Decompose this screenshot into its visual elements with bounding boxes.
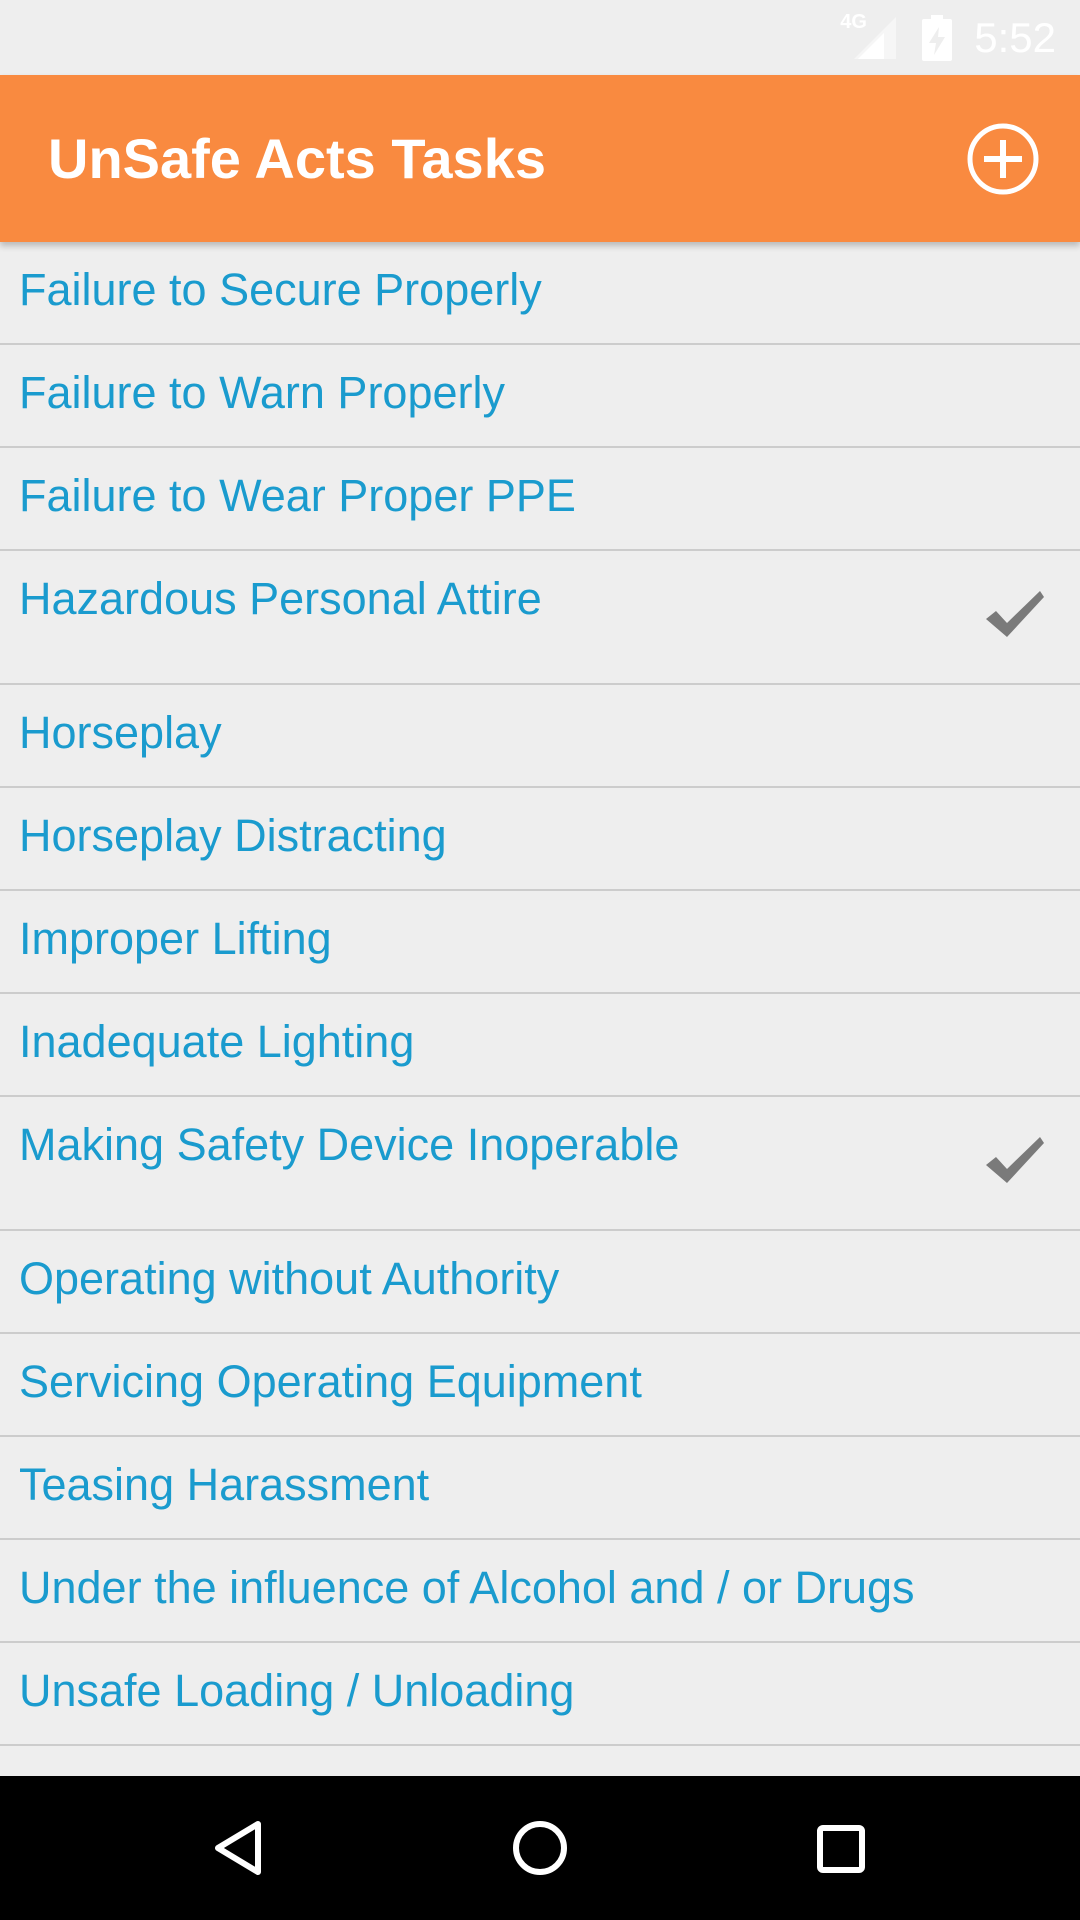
home-circle-icon [513, 1821, 567, 1875]
task-row[interactable]: Inadequate Lighting [0, 994, 1080, 1097]
task-row[interactable]: Failure to Secure Properly [0, 242, 1080, 345]
task-row[interactable]: Operating without Authority [0, 1231, 1080, 1334]
task-label: Making Safety Device Inoperable [19, 1119, 680, 1170]
add-task-button[interactable] [966, 122, 1040, 196]
task-row[interactable]: Servicing Operating Equipment [0, 1334, 1080, 1437]
recents-square-icon [817, 1825, 865, 1873]
navigation-bar [0, 1776, 1080, 1920]
signal-icon: 4G [840, 11, 897, 61]
back-triangle-icon [215, 1821, 261, 1875]
task-row[interactable]: Hazardous Personal Attire [0, 551, 1080, 685]
task-row[interactable]: Improper Lifting [0, 891, 1080, 994]
task-row[interactable]: Failure to Warn Properly [0, 345, 1080, 448]
task-row[interactable]: Under the influence of Alcohol and / or … [0, 1540, 1080, 1643]
task-label: Unsafe Loading / Unloading [19, 1665, 575, 1716]
task-row[interactable]: Making Safety Device Inoperable [0, 1097, 1080, 1231]
page-title: UnSafe Acts Tasks [48, 127, 546, 190]
add-circle-icon [967, 123, 1039, 195]
task-label: Teasing Harassment [19, 1459, 430, 1510]
recents-button[interactable] [790, 1798, 890, 1898]
task-list: Failure to Secure Properly Failure to War… [0, 242, 1080, 1776]
back-button[interactable] [190, 1798, 290, 1898]
checkmark-icon [984, 1135, 1046, 1187]
task-row[interactable]: Horseplay Distracting [0, 788, 1080, 891]
network-type-label: 4G [840, 10, 867, 33]
task-label: Failure to Warn Properly [19, 367, 505, 418]
battery-charging-icon [922, 14, 953, 61]
task-label: Operating without Authority [19, 1253, 560, 1304]
task-row[interactable]: Unsafe Loading / Unloading [0, 1643, 1080, 1746]
task-label: Improper Lifting [19, 913, 332, 964]
status-bar: 4G 5:52 [0, 0, 1080, 75]
clock: 5:52 [974, 13, 1056, 61]
home-button[interactable] [490, 1798, 590, 1898]
task-label: Inadequate Lighting [19, 1016, 415, 1067]
task-label: Failure to Wear Proper PPE [19, 470, 576, 521]
task-label: Failure to Secure Properly [19, 264, 542, 315]
task-row[interactable]: Teasing Harassment [0, 1437, 1080, 1540]
task-row[interactable]: Horseplay [0, 685, 1080, 788]
status-icons: 4G 5:52 [840, 0, 1056, 75]
checkmark-icon [984, 589, 1046, 641]
task-label: Horseplay [19, 707, 222, 758]
task-row[interactable]: Failure to Wear Proper PPE [0, 448, 1080, 551]
task-label: Servicing Operating Equipment [19, 1356, 642, 1407]
task-label: Horseplay Distracting [19, 810, 447, 861]
task-label: Hazardous Personal Attire [19, 573, 542, 624]
task-label: Under the influence of Alcohol and / or … [19, 1562, 915, 1613]
screen: 4G 5:52 UnSafe Acts Tasks Failure to Sec… [0, 0, 1080, 1920]
app-bar: UnSafe Acts Tasks [0, 75, 1080, 242]
